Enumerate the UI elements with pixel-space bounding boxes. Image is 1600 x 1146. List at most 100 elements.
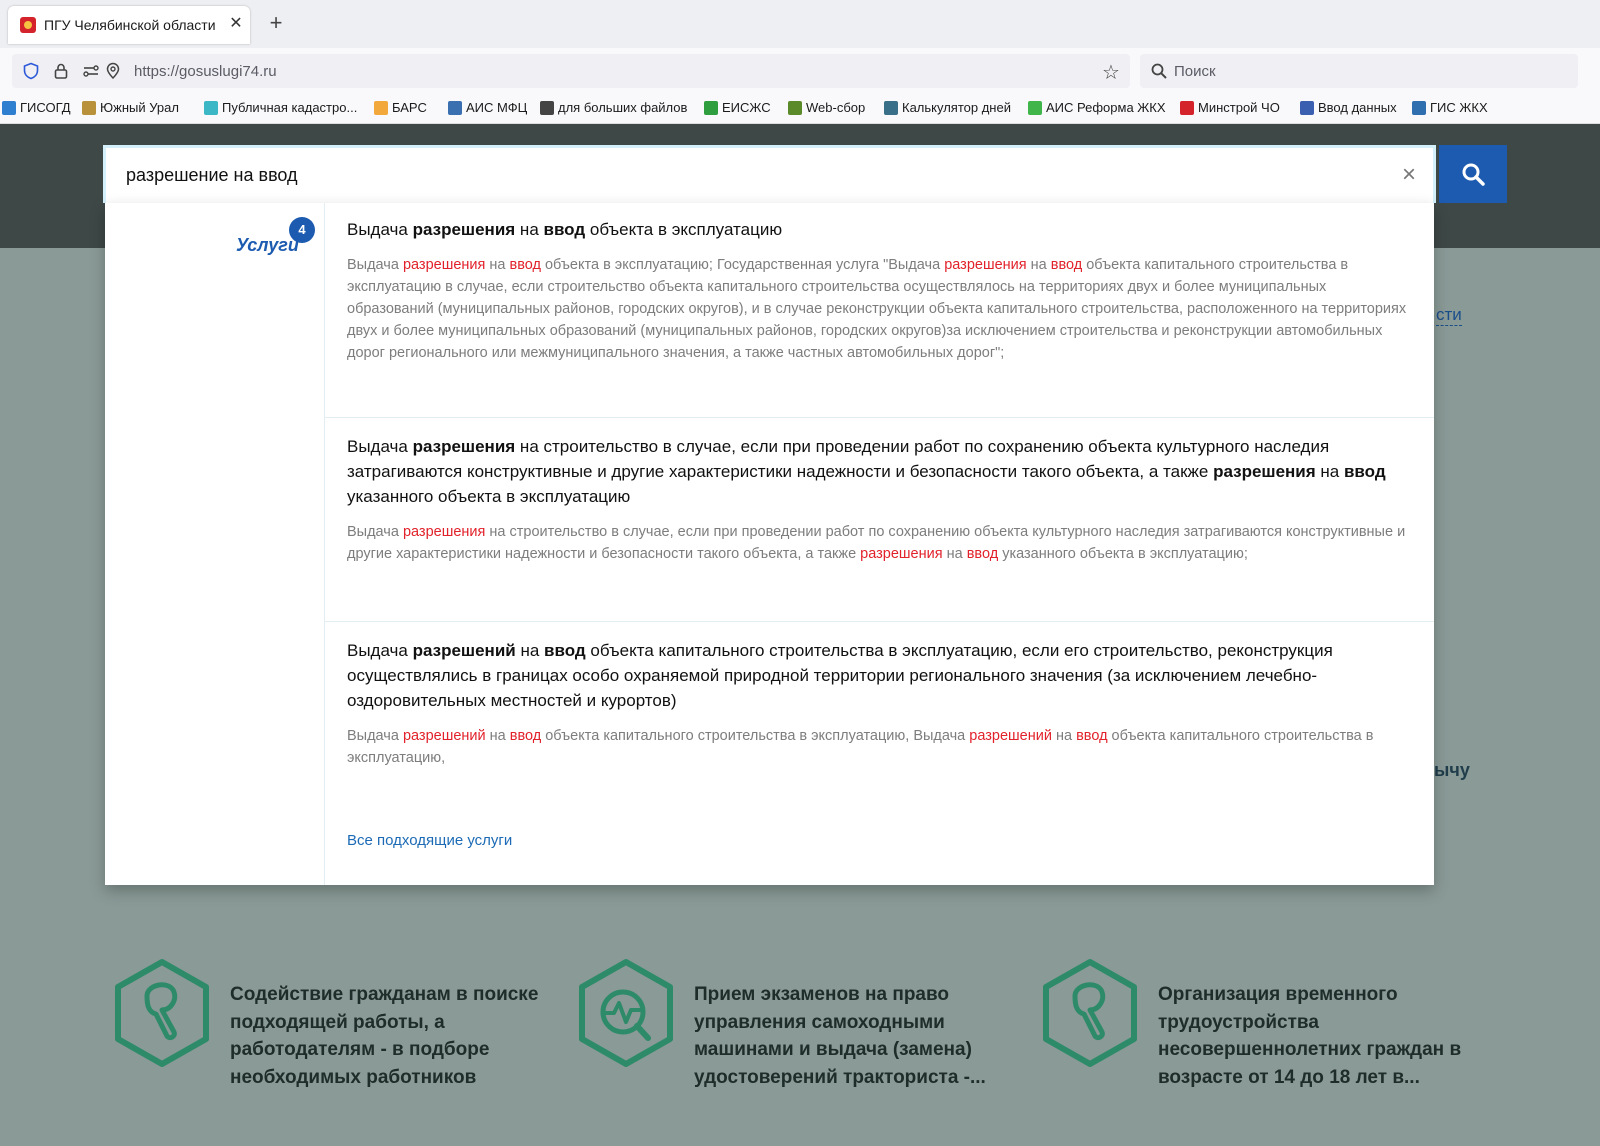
title-text: Выдача bbox=[347, 641, 413, 660]
title-text: Выдача bbox=[347, 437, 413, 456]
bookmark-item[interactable]: АИС МФЦ bbox=[448, 100, 527, 115]
permissions-icon[interactable] bbox=[82, 62, 100, 80]
bookmark-item[interactable]: для больших файлов bbox=[540, 100, 687, 115]
description-text: указанного объекта в эксплуатацию; bbox=[998, 546, 1248, 562]
service-card[interactable]: Прием экзаменов на право управления само… bbox=[576, 958, 1006, 1098]
search-input[interactable] bbox=[126, 162, 1326, 188]
search-button[interactable] bbox=[1439, 145, 1507, 203]
suggestion-categories: Услуги 4 bbox=[105, 203, 325, 885]
bookmark-favicon-icon bbox=[1300, 100, 1314, 115]
highlighted-term: разрешений bbox=[969, 728, 1052, 744]
result-description: Выдача разрешения на ввод объекта в эксп… bbox=[347, 254, 1412, 364]
bookmark-label: Минстрой ЧО bbox=[1198, 100, 1280, 115]
bookmark-favicon-icon bbox=[2, 100, 16, 115]
bookmark-item[interactable]: Южный Урал bbox=[82, 100, 179, 115]
highlighted-term: разрешения bbox=[402, 524, 486, 540]
bookmark-favicon-icon bbox=[374, 100, 388, 115]
bookmark-item[interactable]: ГИС ЖКХ bbox=[1412, 100, 1488, 115]
location-pin-icon[interactable] bbox=[104, 62, 122, 80]
result-title[interactable]: Выдача разрешения на ввод объекта в эксп… bbox=[347, 217, 1412, 242]
bookmark-item[interactable]: Ввод данных bbox=[1300, 100, 1397, 115]
bookmark-label: ГИСОГД bbox=[20, 100, 71, 115]
background-text-fragment: ычу bbox=[1434, 760, 1470, 780]
bookmark-favicon-icon bbox=[788, 100, 802, 115]
highlighted-term: ввод bbox=[1076, 728, 1108, 744]
result-description: Выдача разрешений на ввод объекта капита… bbox=[347, 725, 1412, 769]
highlighted-term: ввод bbox=[509, 257, 541, 273]
search-result[interactable]: Выдача разрешения на строительство в слу… bbox=[325, 418, 1434, 622]
bookmark-favicon-icon bbox=[1412, 100, 1426, 115]
tab-title: ПГУ Челябинской области bbox=[44, 17, 216, 33]
new-tab-button[interactable]: + bbox=[264, 12, 288, 36]
result-title[interactable]: Выдача разрешения на строительство в слу… bbox=[347, 434, 1412, 509]
bookmark-label: ГИС ЖКХ bbox=[1430, 100, 1488, 115]
bookmark-star-icon[interactable]: ☆ bbox=[1102, 60, 1120, 85]
bookmark-favicon-icon bbox=[204, 100, 218, 115]
result-description: Выдача разрешения на строительство в слу… bbox=[347, 521, 1412, 565]
bookmark-item[interactable]: Минстрой ЧО bbox=[1180, 100, 1280, 115]
bookmark-label: Публичная кадастро... bbox=[222, 100, 358, 115]
highlighted-term: ввод bbox=[1050, 257, 1083, 273]
browser-search-field[interactable]: Поиск bbox=[1140, 54, 1578, 88]
bookmark-label: Web-сбор bbox=[806, 100, 866, 115]
description-text: на bbox=[1026, 257, 1051, 273]
browser-tab[interactable]: ПГУ Челябинской области ✕ bbox=[8, 6, 250, 44]
clear-search-icon[interactable]: × bbox=[1396, 162, 1422, 188]
description-text: на bbox=[485, 728, 510, 744]
search-icon bbox=[1151, 63, 1167, 79]
matched-term: ввод bbox=[543, 220, 586, 239]
close-tab-icon[interactable]: ✕ bbox=[226, 14, 246, 34]
bookmark-favicon-icon bbox=[704, 100, 718, 115]
service-card-title[interactable]: Организация временного трудоустройства н… bbox=[1158, 981, 1468, 1091]
bookmark-item[interactable]: АИС Реформа ЖКХ bbox=[1028, 100, 1166, 115]
search-result[interactable]: Выдача разрешений на ввод объекта капита… bbox=[325, 622, 1434, 792]
highlighted-term: разрешений bbox=[402, 728, 486, 744]
service-card-title[interactable]: Содействие гражданам в поиске подходящей… bbox=[230, 981, 540, 1091]
title-text: на bbox=[1315, 462, 1344, 481]
description-text: на bbox=[1051, 728, 1077, 744]
description-text: объекта в эксплуатацию; Государственная … bbox=[540, 257, 945, 273]
service-card[interactable]: Содействие гражданам в поиске подходящей… bbox=[112, 958, 542, 1098]
search-suggestions-dropdown: Услуги 4 Выдача разрешения на ввод объек… bbox=[105, 203, 1434, 885]
highlighted-term: разрешения bbox=[944, 257, 1027, 273]
bookmark-item[interactable]: ГИСОГД bbox=[2, 100, 71, 115]
background-link-fragment[interactable]: сти bbox=[1436, 305, 1462, 326]
service-card[interactable]: Организация временного трудоустройства н… bbox=[1040, 958, 1470, 1098]
description-text: на bbox=[942, 546, 967, 562]
browser-nav-bar: https://gosuslugi74.ru ☆ Поиск bbox=[0, 48, 1600, 94]
bookmark-item[interactable]: Калькулятор дней bbox=[884, 100, 1011, 115]
url-text[interactable]: https://gosuslugi74.ru bbox=[134, 63, 277, 80]
shovel-icon bbox=[1043, 959, 1137, 1067]
bookmark-item[interactable]: Публичная кадастро... bbox=[204, 100, 357, 115]
address-bar[interactable]: https://gosuslugi74.ru ☆ bbox=[12, 54, 1130, 88]
bookmark-item[interactable]: ЕИСЖС bbox=[704, 100, 771, 115]
bookmark-item[interactable]: Web-сбор bbox=[788, 100, 865, 115]
all-services-link[interactable]: Все подходящие услуги bbox=[347, 832, 512, 849]
tractor-exam-icon bbox=[579, 959, 673, 1067]
search-box: × bbox=[103, 145, 1436, 203]
matched-term: ввод bbox=[544, 641, 586, 660]
bookmark-favicon-icon bbox=[540, 100, 554, 115]
lock-icon[interactable] bbox=[52, 62, 70, 80]
service-card-title[interactable]: Прием экзаменов на право управления само… bbox=[694, 981, 1004, 1091]
bookmark-item[interactable]: БАРС bbox=[374, 100, 427, 115]
title-text: Выдача bbox=[347, 220, 413, 239]
highlighted-term: ввод bbox=[509, 728, 542, 744]
category-services[interactable]: Услуги bbox=[236, 235, 299, 256]
bookmark-label: АИС Реформа ЖКХ bbox=[1046, 100, 1166, 115]
search-icon bbox=[1462, 163, 1485, 186]
result-title[interactable]: Выдача разрешений на ввод объекта капита… bbox=[347, 638, 1412, 713]
title-text: на bbox=[515, 220, 544, 239]
matched-term: ввод bbox=[1343, 462, 1386, 481]
description-text: на bbox=[485, 257, 510, 273]
shield-icon[interactable] bbox=[22, 62, 40, 80]
bookmark-label: Ввод данных bbox=[1318, 100, 1397, 115]
bookmark-label: ЕИСЖС bbox=[722, 100, 771, 115]
bookmark-favicon-icon bbox=[884, 100, 898, 115]
bookmark-favicon-icon bbox=[82, 100, 96, 115]
search-result[interactable]: Выдача разрешения на ввод объекта в эксп… bbox=[325, 203, 1434, 418]
matched-term: разрешения bbox=[1213, 462, 1316, 481]
description-text: объекта капитального строительства в экс… bbox=[541, 728, 970, 744]
title-text: указанного объекта в эксплуатацию bbox=[347, 487, 631, 506]
highlighted-term: ввод bbox=[966, 546, 999, 562]
